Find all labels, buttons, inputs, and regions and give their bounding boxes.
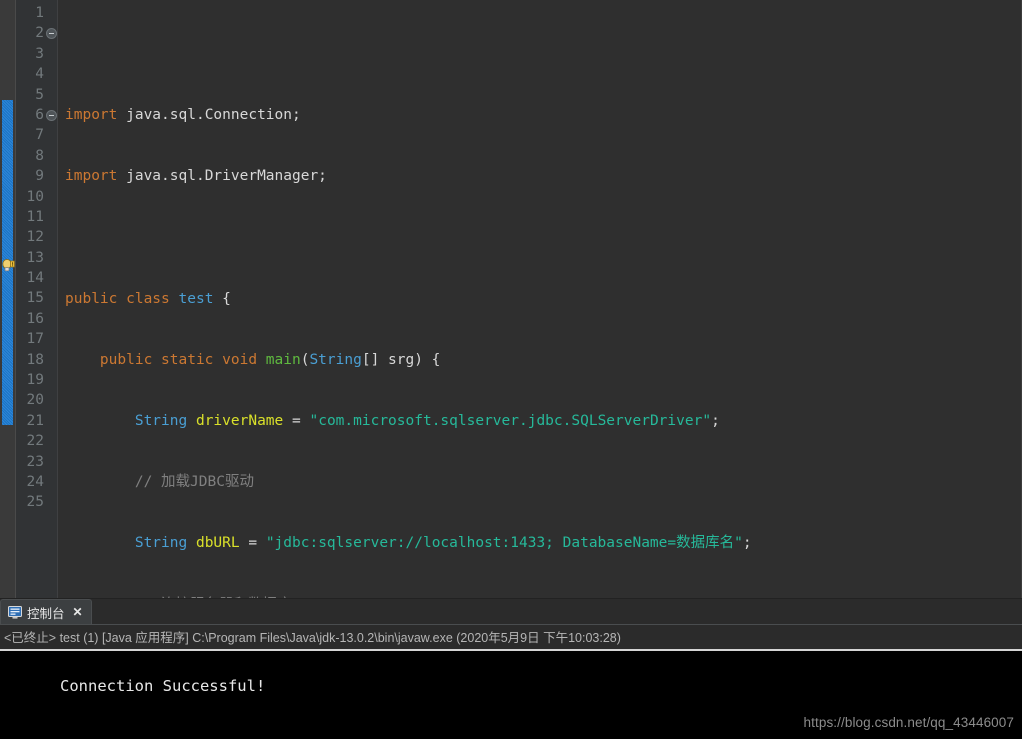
line-number: 15 [26,290,44,307]
line-number: 1 [35,5,44,21]
console-monitor-icon [8,605,22,619]
line-number: 20 [26,392,44,409]
line-number: 12 [26,229,44,246]
line-number: 6 [16,105,57,125]
code-line: String dbURL = "jdbc:sqlserver://localho… [134,535,752,552]
line-number: 8 [35,147,44,164]
line-number: 25 [26,494,44,511]
line-number: 7 [35,127,44,144]
line-number: 14 [26,270,44,287]
code-line: // 连接服务器和数据库 [65,595,1021,598]
line-number: 3 [35,45,44,62]
annotation-ruler[interactable] [0,0,16,598]
console-tabbar: 控制台 ✕ [0,599,1022,625]
close-icon[interactable]: ✕ [73,606,83,618]
fold-collapse-icon[interactable] [46,109,57,121]
code-line: public class test { [65,290,231,307]
fold-collapse-icon[interactable] [46,28,57,40]
code-line: import java.sql.Connection; [65,107,301,124]
line-number: 2 [16,23,57,43]
code-editor[interactable]: 1 2 3 4 5 6 7 8 9 10 11 12 13 14 15 16 1… [0,0,1022,598]
code-line: // 加载JDBC驱动 [134,474,254,491]
line-number: 9 [35,168,44,185]
code-line: import java.sql.DriverManager; [65,168,327,185]
tab-console[interactable]: 控制台 ✕ [0,599,92,624]
console-launch-header: <已终止> test (1) [Java 应用程序] C:\Program Fi… [0,625,1022,651]
console-panel: 控制台 ✕ <已终止> test (1) [Java 应用程序] C:\Prog… [0,598,1022,739]
watermark-url: https://blog.csdn.net/qq_43446007 [803,715,1014,730]
console-output[interactable]: Connection Successful! https://blog.csdn… [0,651,1022,739]
tab-console-label: 控制台 [27,606,65,621]
code-line: public static void main(String[] srg) { [99,351,441,368]
line-number: 13 [26,249,44,266]
line-number: 22 [26,433,44,450]
line-number: 18 [26,351,44,368]
line-number: 16 [26,310,44,327]
line-number: 4 [35,66,44,83]
line-number: 10 [26,188,44,205]
line-number: 11 [26,208,44,225]
console-output-text: Connection Successful! [60,677,266,695]
line-number: 24 [26,473,44,490]
code-text-area[interactable]: import java.sql.Connection; import java.… [58,0,1021,598]
line-number: 21 [26,412,44,429]
eclipse-ide-window: 1 2 3 4 5 6 7 8 9 10 11 12 13 14 15 16 1… [0,0,1022,739]
code-line: String driverName = "com.microsoft.sqlse… [134,413,720,430]
line-number-gutter[interactable]: 1 2 3 4 5 6 7 8 9 10 11 12 13 14 15 16 1… [16,0,58,598]
line-number: 5 [35,86,44,103]
line-number: 17 [26,331,44,348]
line-number: 23 [26,453,44,470]
line-number: 19 [26,372,44,389]
warning-bulb-icon[interactable] [1,258,16,273]
